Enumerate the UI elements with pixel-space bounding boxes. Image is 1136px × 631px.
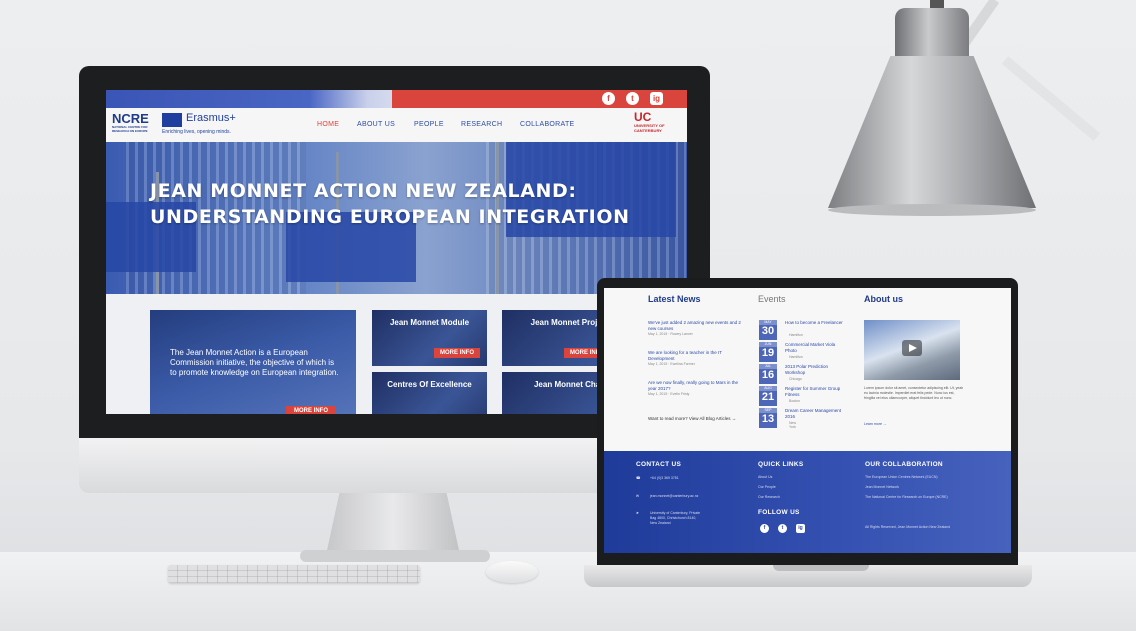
read-more-link[interactable]: Want to read more? View All Blog Article…	[648, 416, 758, 422]
intro-more-info-button[interactable]: MORE INFO	[286, 406, 336, 414]
quick-links-heading: QUICK LINKS	[758, 461, 804, 468]
lamp-rim	[828, 204, 1036, 216]
news-title[interactable]: We've just added 2 amazing new events an…	[648, 320, 744, 332]
ncre-logo[interactable]: NCRE NATIONAL CENTRE FOR RESEARCH ON EURO…	[112, 112, 154, 138]
erasmus-logo[interactable]: Erasmus+	[186, 112, 236, 124]
intro-card: The Jean Monnet Action is a European Com…	[150, 310, 356, 414]
location-icon: ➤	[636, 511, 639, 515]
collaboration-heading: OUR COLLABORATION	[865, 461, 943, 468]
lamp-shade	[828, 56, 1036, 208]
quick-link[interactable]: Our People	[758, 485, 776, 490]
card-jean-monnet-module[interactable]: Jean Monnet Module MORE INFO	[372, 310, 487, 366]
card-title: Jean Monnet Module	[389, 318, 470, 327]
event-date: AUG 21	[759, 386, 777, 406]
news-item[interactable]: Are we now finally, really going to Mars…	[648, 380, 744, 396]
card-centres-of-excellence[interactable]: Centres Of Excellence	[372, 372, 487, 414]
collaboration-link[interactable]: The National Centre for Research on Euro…	[865, 495, 985, 500]
event-location: Hamilton	[789, 333, 803, 337]
mouse	[486, 561, 538, 583]
facebook-icon[interactable]: f	[602, 92, 615, 105]
follow-us-heading: FOLLOW US	[758, 509, 800, 516]
quick-link[interactable]: About Us	[758, 475, 772, 480]
about-heading: About us	[864, 294, 903, 304]
hero-banner: JEAN MONNET ACTION NEW ZEALAND: UNDERSTA…	[106, 142, 687, 294]
news-item[interactable]: We've just added 2 amazing new events an…	[648, 320, 744, 336]
about-video-thumbnail[interactable]	[864, 320, 960, 380]
event-title[interactable]: Commercial Market Viola Photo	[785, 342, 847, 354]
event-location: Boston	[789, 399, 800, 403]
news-meta: May 1, 2015 · Evelin Fristy	[648, 392, 690, 396]
contact-address: University of Canterbury, Private Bag 48…	[650, 511, 701, 525]
nav-bar: NCRE NATIONAL CENTRE FOR RESEARCH ON EURO…	[106, 108, 687, 143]
facebook-icon[interactable]: f	[760, 524, 769, 533]
hero-title: JEAN MONNET ACTION NEW ZEALAND: UNDERSTA…	[150, 180, 630, 228]
event-title[interactable]: 2013 Polar Prediction Workshop	[785, 364, 847, 376]
monitor-stand	[326, 493, 460, 555]
twitter-icon[interactable]: t	[626, 92, 639, 105]
nav-research[interactable]: RESEARCH	[461, 121, 502, 128]
event-location: Chicago	[789, 377, 802, 381]
event-location: Hamilton	[789, 355, 803, 359]
card-title: Centres Of Excellence	[387, 380, 472, 389]
nav-home[interactable]: HOME	[317, 121, 339, 128]
news-item[interactable]: We are looking for a teacher in the IT D…	[648, 350, 744, 366]
collaboration-link[interactable]: The European Union Centres Network (EUCN…	[865, 475, 975, 480]
about-text: Lorem ipsum dolor sit amet, consectetur …	[864, 386, 964, 400]
top-bar-social: f t ig	[392, 90, 687, 108]
event-location: New York	[789, 421, 797, 429]
event-date: SEP 13	[759, 408, 777, 428]
eu-flag-icon	[162, 113, 182, 127]
event-title[interactable]: Register for Summer Group Fitness	[785, 386, 847, 398]
learn-more-link[interactable]: Learn more →	[864, 422, 886, 427]
play-icon	[909, 344, 917, 352]
nav-people[interactable]: PEOPLE	[414, 121, 444, 128]
footer: CONTACT US ☎ +64 (0)3 369 3781 ✉ jean.mo…	[604, 451, 1011, 553]
event-date: JUL 16	[759, 364, 777, 384]
news-meta: May 1, 2015 · Rowey Lanver	[648, 332, 693, 336]
news-title[interactable]: We are looking for a teacher in the IT D…	[648, 350, 744, 362]
more-info-button[interactable]: MORE INFO	[434, 348, 480, 358]
erasmus-tagline: Enriching lives, opening minds.	[162, 129, 231, 135]
event-title[interactable]: How to become a Freelancer	[785, 320, 847, 326]
event-date: MAY 30	[759, 320, 777, 340]
twitter-icon[interactable]: t	[778, 524, 787, 533]
keyboard	[168, 565, 420, 583]
contact-email[interactable]: jean.monnet@canterbury.ac.nz	[650, 494, 698, 499]
intro-text: The Jean Monnet Action is a European Com…	[170, 348, 339, 377]
contact-phone[interactable]: +64 (0)3 369 3781	[650, 476, 679, 481]
quick-link[interactable]: Our Research	[758, 495, 780, 500]
lamp-cap	[895, 8, 969, 60]
laptop-screen: Latest News Events About us We've just a…	[604, 288, 1011, 553]
lamp-arm-lower	[1001, 56, 1101, 141]
phone-icon: ☎	[636, 476, 641, 480]
copyright: All Rights Reserved, Jean Monnet Action …	[865, 525, 951, 529]
collaboration-link[interactable]: Jean Monnet Network	[865, 485, 975, 490]
monitor-foot	[300, 550, 490, 562]
play-button[interactable]	[902, 340, 922, 356]
latest-news-heading: Latest News	[648, 294, 701, 304]
news-title[interactable]: Are we now finally, really going to Mars…	[648, 380, 744, 392]
instagram-icon[interactable]: ig	[796, 524, 805, 533]
email-icon: ✉	[636, 494, 639, 498]
nav-collaborate[interactable]: COLLABORATE	[520, 121, 575, 128]
news-meta: May 1, 2015 · Ewelina Farmer	[648, 362, 695, 366]
events-heading: Events	[758, 294, 786, 304]
laptop-notch	[773, 565, 869, 571]
uc-logo[interactable]: UC UNIVERSITY OF CANTERBURY	[634, 111, 670, 139]
event-date: JUN 19	[759, 342, 777, 362]
nav-about-us[interactable]: ABOUT US	[357, 121, 395, 128]
event-title[interactable]: Dream Career Management 2016	[785, 408, 847, 420]
instagram-icon[interactable]: ig	[650, 92, 663, 105]
contact-heading: CONTACT US	[636, 461, 682, 468]
